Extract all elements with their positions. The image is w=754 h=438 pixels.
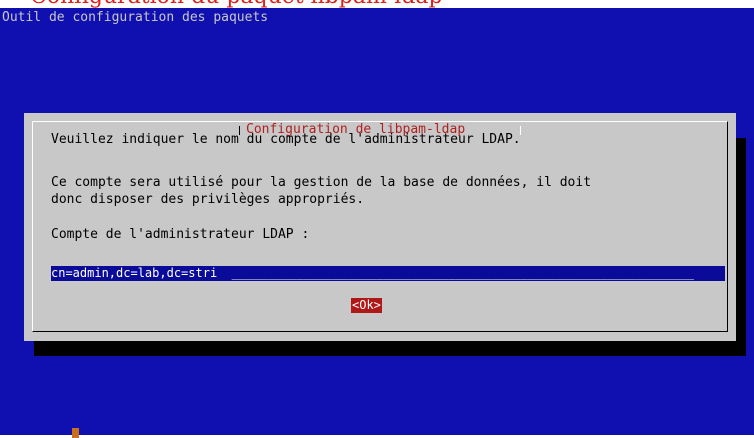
admin-account-input[interactable]	[51, 266, 725, 281]
terminal-cursor	[72, 428, 79, 438]
dialog-frame: Configuration de libpam-ldap Veuillez in…	[32, 121, 728, 332]
admin-account-field[interactable]: ________________________________________…	[51, 266, 725, 281]
top-annotation-banner: Configuration du paquet libpam-ldap	[0, 0, 754, 8]
input-prompt: Compte de l'administrateur LDAP :	[51, 227, 310, 242]
dialog-text-line3: donc disposer des privilèges appropriés.	[51, 192, 365, 207]
dialog-text-line2: Ce compte sera utilisé pour la gestion d…	[51, 175, 592, 190]
terminal-screen: Outil de configuration des paquets Confi…	[0, 8, 754, 438]
config-dialog: Configuration de libpam-ldap Veuillez in…	[24, 113, 736, 341]
backtitle: Outil de configuration des paquets	[2, 10, 269, 25]
ok-button[interactable]: <Ok>	[351, 298, 382, 313]
annotation-text: Configuration du paquet libpam-ldap	[30, 0, 443, 8]
dialog-text-line1: Veuillez indiquer le nom du compte de l'…	[51, 132, 521, 147]
